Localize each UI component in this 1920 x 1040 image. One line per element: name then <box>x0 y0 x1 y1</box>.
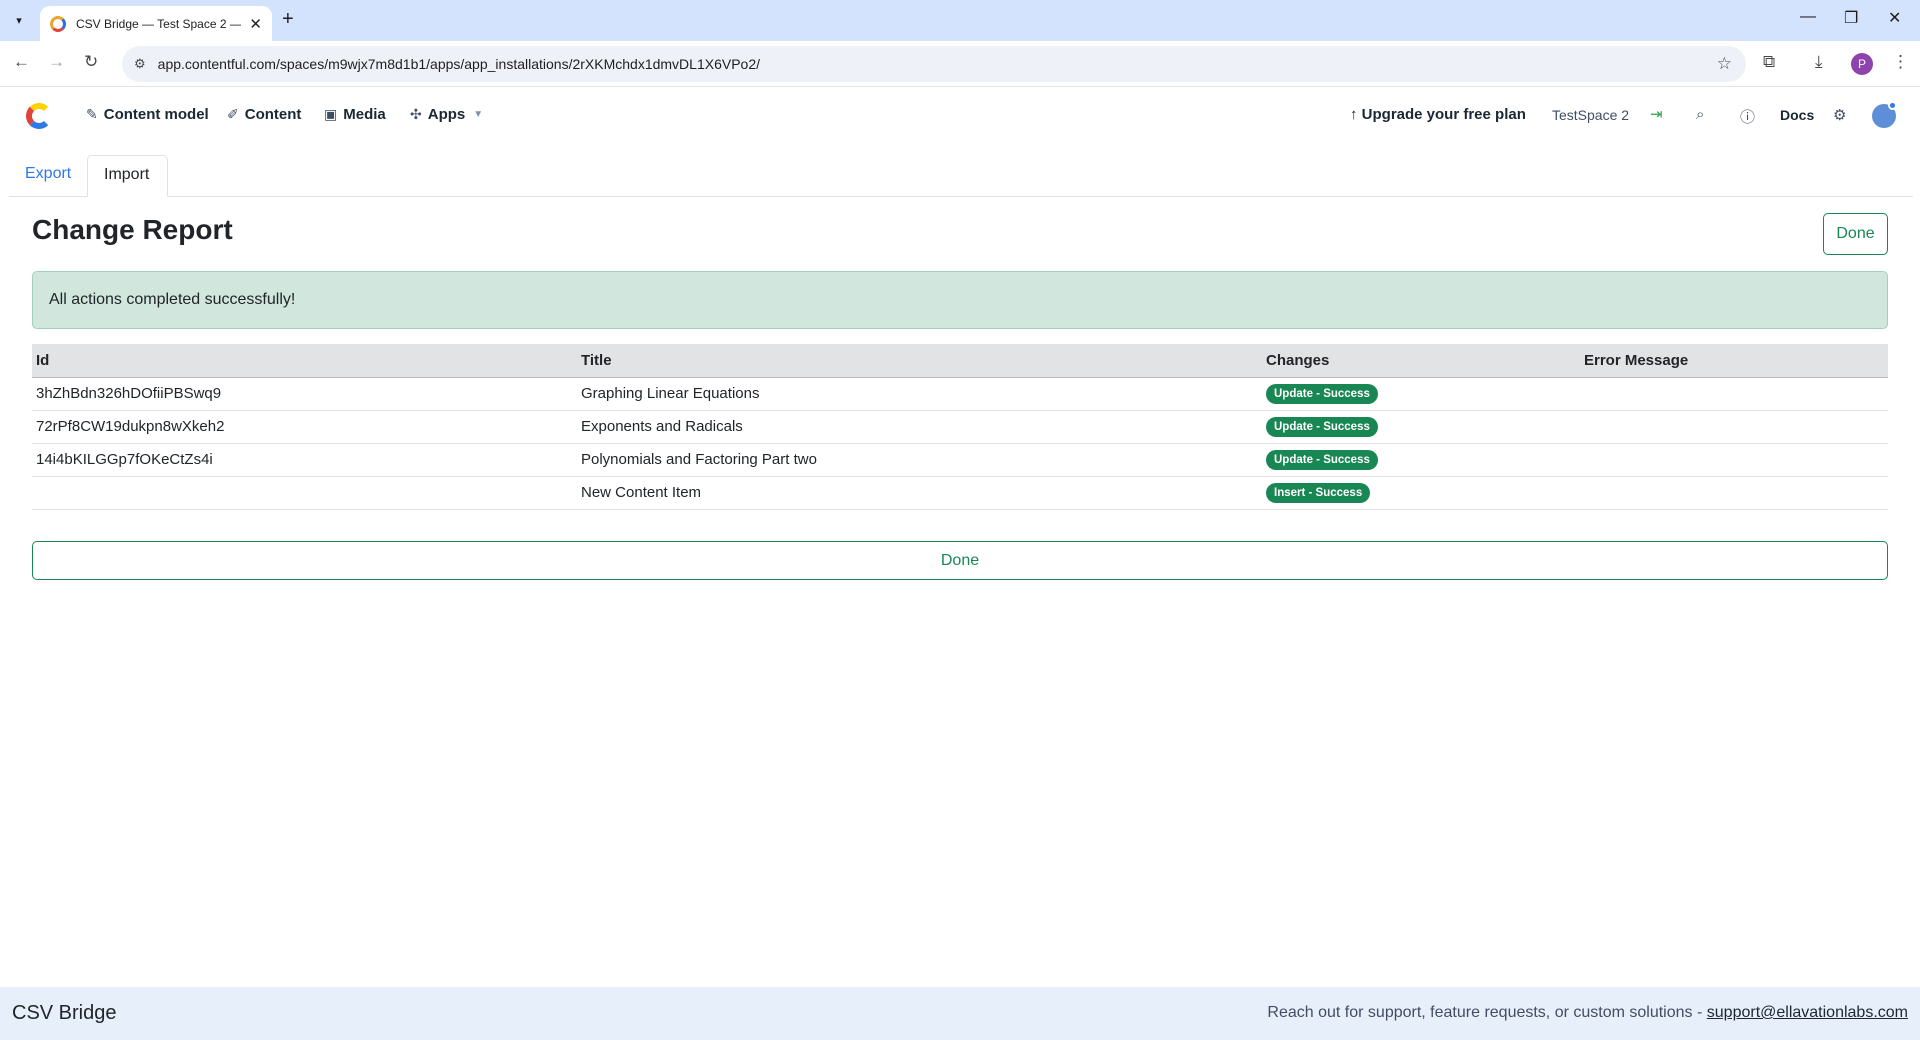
new-tab-icon[interactable]: + <box>282 8 294 31</box>
cell-error <box>1580 443 1888 477</box>
cell-changes: Update - Success <box>1262 410 1580 444</box>
cell-title: Exponents and Radicals <box>577 410 1262 444</box>
contentful-favicon-icon <box>50 15 66 32</box>
site-info-icon[interactable]: ⚙ <box>134 56 146 72</box>
table-row: 72rPf8CW19dukpn8wXkeh2 Exponents and Rad… <box>32 410 1888 444</box>
help-icon[interactable]: ⓘ <box>1740 106 1755 127</box>
browser-toolbar: ← → ↻ ⚙ app.contentful.com/spaces/m9wjx7… <box>0 41 1920 87</box>
change-report-table: Id Title Changes Error Message 3hZhBdn32… <box>32 344 1888 510</box>
nav-apps[interactable]: ✣ Apps ▼ <box>410 106 483 123</box>
pen-icon: ✐ <box>227 106 239 122</box>
bookmark-star-icon[interactable]: ☆ <box>1717 54 1732 74</box>
app-header: ✎ Content model ✐ Content ▣ Media ✣ Apps… <box>0 87 1920 147</box>
nav-apps-label: Apps <box>427 106 466 123</box>
minimize-icon[interactable]: — <box>1800 8 1816 26</box>
done-button-bottom[interactable]: Done <box>32 541 1888 580</box>
success-alert: All actions completed successfully! <box>32 271 1888 329</box>
footer-brand: CSV Bridge <box>12 1002 117 1024</box>
notification-dot <box>1888 101 1897 110</box>
wrench-icon: ✎ <box>86 106 98 122</box>
cell-error <box>1580 410 1888 444</box>
forward-icon[interactable]: → <box>48 52 65 72</box>
nav-media[interactable]: ▣ Media <box>324 106 386 123</box>
page-title: Change Report <box>32 214 233 245</box>
upgrade-link[interactable]: ↑ Upgrade your free plan <box>1350 106 1526 123</box>
back-icon[interactable]: ← <box>13 52 30 72</box>
profile-avatar[interactable]: P <box>1851 53 1873 75</box>
cell-id: 14i4bKILGGp7fOKeCtZs4i <box>32 443 577 477</box>
nav-content-model-label: Content model <box>103 106 209 123</box>
success-alert-text: All actions completed successfully! <box>49 291 296 308</box>
upgrade-label: Upgrade your free plan <box>1361 106 1526 123</box>
nav-content-model[interactable]: ✎ Content model <box>86 106 209 123</box>
footer-support-text: Reach out for support, feature requests,… <box>1267 1004 1908 1022</box>
search-icon[interactable]: ⌕ <box>1696 106 1704 123</box>
environment-icon[interactable]: ⇥ <box>1650 105 1663 123</box>
cell-title: Polynomials and Factoring Part two <box>577 443 1262 477</box>
chevron-down-icon: ▼ <box>473 109 484 120</box>
tab-import[interactable]: Import <box>87 155 168 197</box>
puzzle-icon: ✣ <box>410 106 422 122</box>
table-row: New Content Item Insert - Success <box>32 476 1888 510</box>
tab-export[interactable]: Export <box>9 155 87 197</box>
nav-content[interactable]: ✐ Content <box>227 106 301 123</box>
window-close-icon[interactable]: ✕ <box>1888 8 1901 28</box>
nav-content-label: Content <box>244 106 302 123</box>
cell-changes: Insert - Success <box>1262 476 1580 510</box>
status-badge: Update - Success <box>1266 449 1378 470</box>
contentful-logo-icon[interactable] <box>26 103 52 129</box>
extensions-icon[interactable]: ⧉ <box>1763 52 1775 72</box>
settings-gear-icon[interactable]: ⚙ <box>1833 106 1846 124</box>
status-badge: Insert - Success <box>1266 482 1371 503</box>
url-text[interactable]: app.contentful.com/spaces/m9wjx7m8d1b1/a… <box>158 56 760 72</box>
close-tab-icon[interactable]: ✕ <box>249 15 262 33</box>
image-icon: ▣ <box>324 106 338 122</box>
downloads-icon[interactable]: ⤓ <box>1815 52 1823 72</box>
cell-title: New Content Item <box>577 476 1262 510</box>
table-row: 3hZhBdn326hDOfiiPBSwq9 Graphing Linear E… <box>32 377 1888 411</box>
cell-id: 72rPf8CW19dukpn8wXkeh2 <box>32 410 577 444</box>
browser-tab-strip: ▾ CSV Bridge — Test Space 2 — Contentful… <box>0 0 1920 41</box>
column-header-error-message: Error Message <box>1580 344 1888 378</box>
nav-media-label: Media <box>343 106 386 123</box>
column-header-title: Title <box>577 344 1262 378</box>
docs-link[interactable]: Docs <box>1780 107 1814 123</box>
cell-error <box>1580 476 1888 510</box>
column-header-id: Id <box>32 344 577 378</box>
cell-title: Graphing Linear Equations <box>577 377 1262 411</box>
table-row: 14i4bKILGGp7fOKeCtZs4i Polynomials and F… <box>32 443 1888 477</box>
tab-search-icon[interactable]: ▾ <box>8 9 30 31</box>
reload-icon[interactable]: ↻ <box>84 52 98 72</box>
cell-id: 3hZhBdn326hDOfiiPBSwq9 <box>32 377 577 411</box>
app-footer: CSV Bridge Reach out for support, featur… <box>0 987 1920 1040</box>
cell-changes: Update - Success <box>1262 377 1580 411</box>
column-header-changes: Changes <box>1262 344 1580 378</box>
address-bar[interactable]: ⚙ app.contentful.com/spaces/m9wjx7m8d1b1… <box>122 46 1746 82</box>
status-badge: Update - Success <box>1266 383 1378 404</box>
space-switcher[interactable]: TestSpace 2 <box>1552 107 1629 123</box>
cell-id <box>32 476 577 510</box>
cell-changes: Update - Success <box>1262 443 1580 477</box>
cell-error <box>1580 377 1888 411</box>
arrow-up-icon: ↑ <box>1350 106 1362 123</box>
status-badge: Update - Success <box>1266 416 1378 437</box>
table-header-row: Id Title Changes Error Message <box>32 344 1888 378</box>
browser-tab-title: CSV Bridge — Test Space 2 — Contentful <box>76 16 242 31</box>
done-button-top[interactable]: Done <box>1823 213 1888 255</box>
restore-icon[interactable]: ❐ <box>1844 8 1858 28</box>
browser-menu-icon[interactable]: ⋮ <box>1892 52 1909 72</box>
support-email-link[interactable]: support@ellavationlabs.com <box>1707 1004 1908 1021</box>
browser-tab[interactable]: CSV Bridge — Test Space 2 — Contentful ✕ <box>40 6 272 41</box>
import-export-tabs: Export Import <box>9 155 1913 197</box>
footer-message: Reach out for support, feature requests,… <box>1267 1004 1703 1021</box>
